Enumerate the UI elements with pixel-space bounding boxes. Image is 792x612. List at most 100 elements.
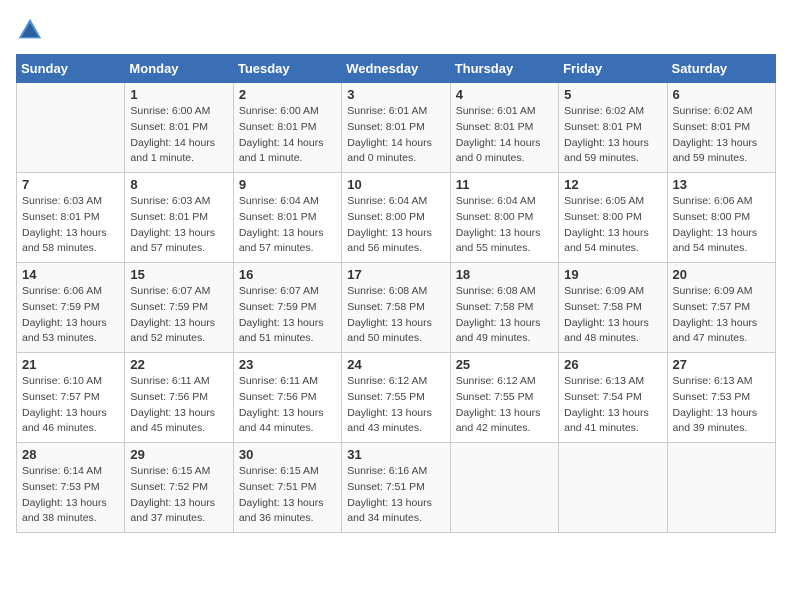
calendar-cell: 11Sunrise: 6:04 AMSunset: 8:00 PMDayligh…: [450, 173, 558, 263]
day-info: Sunrise: 6:10 AMSunset: 7:57 PMDaylight:…: [22, 374, 119, 437]
header-sunday: Sunday: [17, 55, 125, 83]
day-number: 31: [347, 447, 444, 462]
day-info: Sunrise: 6:04 AMSunset: 8:01 PMDaylight:…: [239, 194, 336, 257]
day-number: 18: [456, 267, 553, 282]
calendar-week-row: 14 Sunrise: 6:06 AMSunset: 7:59 PMDayligh…: [17, 263, 776, 353]
day-info: Sunrise: 6:06 AMSunset: 8:00 PMDaylight:…: [673, 194, 770, 257]
day-info: Sunrise: 6:11 AMSunset: 7:56 PMDaylight:…: [130, 374, 227, 437]
calendar-cell: 5Sunrise: 6:02 AMSunset: 8:01 PMDaylight…: [559, 83, 667, 173]
day-number: 6: [673, 87, 770, 102]
day-number: 30: [239, 447, 336, 462]
day-info: Sunrise: 6:00 AMSunset: 8:01 PMDaylight:…: [130, 104, 227, 167]
day-info: Sunrise: 6:01 AMSunset: 8:01 PMDaylight:…: [456, 104, 553, 167]
header-tuesday: Tuesday: [233, 55, 341, 83]
day-info: Sunrise: 6:15 AMSunset: 7:51 PMDaylight:…: [239, 464, 336, 527]
calendar-cell: [450, 443, 558, 533]
day-number: 27: [673, 357, 770, 372]
day-number: 29: [130, 447, 227, 462]
calendar-cell: 19Sunrise: 6:09 AMSunset: 7:58 PMDayligh…: [559, 263, 667, 353]
day-info: Sunrise: 6:08 AMSunset: 7:58 PMDaylight:…: [456, 284, 553, 347]
day-info: Sunrise: 6:08 AMSunset: 7:58 PMDaylight:…: [347, 284, 444, 347]
calendar-week-row: 21 Sunrise: 6:10 AMSunset: 7:57 PMDayligh…: [17, 353, 776, 443]
day-info: Sunrise: 6:04 AMSunset: 8:00 PMDaylight:…: [347, 194, 444, 257]
calendar-cell: 1 Sunrise: 6:00 AMSunset: 8:01 PMDaylight…: [125, 83, 233, 173]
calendar-cell: 16 Sunrise: 6:07 AMSunset: 7:59 PMDayligh…: [233, 263, 341, 353]
calendar-cell: 26 Sunrise: 6:13 AMSunset: 7:54 PMDayligh…: [559, 353, 667, 443]
day-number: 1: [130, 87, 227, 102]
day-info: Sunrise: 6:05 AMSunset: 8:00 PMDaylight:…: [564, 194, 661, 257]
day-number: 17: [347, 267, 444, 282]
day-number: 11: [456, 177, 553, 192]
day-number: 26: [564, 357, 661, 372]
day-number: 13: [673, 177, 770, 192]
day-number: 15: [130, 267, 227, 282]
header-friday: Friday: [559, 55, 667, 83]
day-number: 20: [673, 267, 770, 282]
day-number: 5: [564, 87, 661, 102]
day-info: Sunrise: 6:09 AMSunset: 7:57 PMDaylight:…: [673, 284, 770, 347]
day-info: Sunrise: 6:01 AMSunset: 8:01 PMDaylight:…: [347, 104, 444, 167]
calendar-cell: [559, 443, 667, 533]
calendar-cell: 28 Sunrise: 6:14 AMSunset: 7:53 PMDayligh…: [17, 443, 125, 533]
header-monday: Monday: [125, 55, 233, 83]
day-number: 10: [347, 177, 444, 192]
day-info: Sunrise: 6:00 AMSunset: 8:01 PMDaylight:…: [239, 104, 336, 167]
calendar-cell: 10 Sunrise: 6:04 AMSunset: 8:00 PMDayligh…: [342, 173, 450, 263]
calendar-table: SundayMondayTuesdayWednesdayThursdayFrid…: [16, 54, 776, 533]
day-number: 24: [347, 357, 444, 372]
calendar-cell: 8Sunrise: 6:03 AMSunset: 8:01 PMDaylight…: [125, 173, 233, 263]
day-number: 16: [239, 267, 336, 282]
day-info: Sunrise: 6:14 AMSunset: 7:53 PMDaylight:…: [22, 464, 119, 527]
day-number: 21: [22, 357, 119, 372]
calendar-cell: 15Sunrise: 6:07 AMSunset: 7:59 PMDayligh…: [125, 263, 233, 353]
day-info: Sunrise: 6:16 AMSunset: 7:51 PMDaylight:…: [347, 464, 444, 527]
day-number: 9: [239, 177, 336, 192]
day-info: Sunrise: 6:03 AMSunset: 8:01 PMDaylight:…: [130, 194, 227, 257]
calendar-cell: 30 Sunrise: 6:15 AMSunset: 7:51 PMDayligh…: [233, 443, 341, 533]
calendar-cell: 17 Sunrise: 6:08 AMSunset: 7:58 PMDayligh…: [342, 263, 450, 353]
header-thursday: Thursday: [450, 55, 558, 83]
header-saturday: Saturday: [667, 55, 775, 83]
calendar-cell: [667, 443, 775, 533]
day-info: Sunrise: 6:07 AMSunset: 7:59 PMDaylight:…: [239, 284, 336, 347]
calendar-cell: 24 Sunrise: 6:12 AMSunset: 7:55 PMDayligh…: [342, 353, 450, 443]
day-info: Sunrise: 6:15 AMSunset: 7:52 PMDaylight:…: [130, 464, 227, 527]
logo: [16, 16, 48, 44]
day-number: 22: [130, 357, 227, 372]
day-number: 7: [22, 177, 119, 192]
logo-icon: [16, 16, 44, 44]
calendar-cell: 3Sunrise: 6:01 AMSunset: 8:01 PMDaylight…: [342, 83, 450, 173]
calendar-cell: 20 Sunrise: 6:09 AMSunset: 7:57 PMDayligh…: [667, 263, 775, 353]
day-info: Sunrise: 6:09 AMSunset: 7:58 PMDaylight:…: [564, 284, 661, 347]
day-info: Sunrise: 6:06 AMSunset: 7:59 PMDaylight:…: [22, 284, 119, 347]
calendar-cell: 23 Sunrise: 6:11 AMSunset: 7:56 PMDayligh…: [233, 353, 341, 443]
calendar-week-row: 1 Sunrise: 6:00 AMSunset: 8:01 PMDaylight…: [17, 83, 776, 173]
calendar-cell: 25 Sunrise: 6:12 AMSunset: 7:55 PMDayligh…: [450, 353, 558, 443]
header-wednesday: Wednesday: [342, 55, 450, 83]
day-number: 23: [239, 357, 336, 372]
day-info: Sunrise: 6:13 AMSunset: 7:54 PMDaylight:…: [564, 374, 661, 437]
calendar-cell: 27 Sunrise: 6:13 AMSunset: 7:53 PMDayligh…: [667, 353, 775, 443]
day-number: 28: [22, 447, 119, 462]
day-number: 12: [564, 177, 661, 192]
calendar-header: SundayMondayTuesdayWednesdayThursdayFrid…: [17, 55, 776, 83]
calendar-cell: [17, 83, 125, 173]
calendar-week-row: 28 Sunrise: 6:14 AMSunset: 7:53 PMDayligh…: [17, 443, 776, 533]
day-number: 2: [239, 87, 336, 102]
day-number: 14: [22, 267, 119, 282]
calendar-cell: 18 Sunrise: 6:08 AMSunset: 7:58 PMDayligh…: [450, 263, 558, 353]
day-number: 4: [456, 87, 553, 102]
header: [16, 16, 776, 44]
calendar-cell: 9 Sunrise: 6:04 AMSunset: 8:01 PMDaylight…: [233, 173, 341, 263]
calendar-cell: 29 Sunrise: 6:15 AMSunset: 7:52 PMDayligh…: [125, 443, 233, 533]
calendar-cell: 31 Sunrise: 6:16 AMSunset: 7:51 PMDayligh…: [342, 443, 450, 533]
calendar-cell: 13 Sunrise: 6:06 AMSunset: 8:00 PMDayligh…: [667, 173, 775, 263]
calendar-cell: 22 Sunrise: 6:11 AMSunset: 7:56 PMDayligh…: [125, 353, 233, 443]
day-number: 25: [456, 357, 553, 372]
day-info: Sunrise: 6:02 AMSunset: 8:01 PMDaylight:…: [673, 104, 770, 167]
day-info: Sunrise: 6:12 AMSunset: 7:55 PMDaylight:…: [456, 374, 553, 437]
day-info: Sunrise: 6:11 AMSunset: 7:56 PMDaylight:…: [239, 374, 336, 437]
calendar-cell: 6 Sunrise: 6:02 AMSunset: 8:01 PMDaylight…: [667, 83, 775, 173]
day-info: Sunrise: 6:13 AMSunset: 7:53 PMDaylight:…: [673, 374, 770, 437]
day-info: Sunrise: 6:12 AMSunset: 7:55 PMDaylight:…: [347, 374, 444, 437]
